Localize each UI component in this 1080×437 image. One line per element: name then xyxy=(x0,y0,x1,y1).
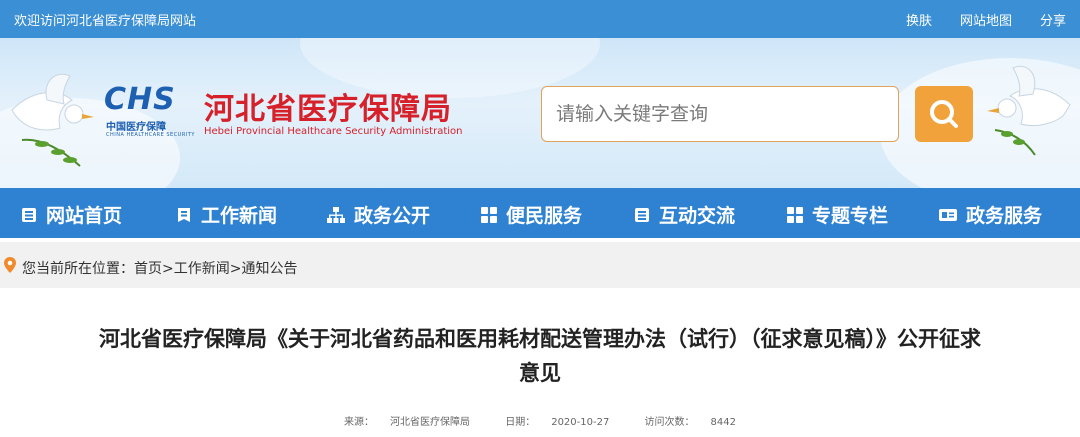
chs-logo-subtitle-en: CHINA HEALTHCARE SECURITY xyxy=(106,132,195,138)
breadcrumb-prefix: 您当前所在位置： xyxy=(22,261,134,277)
nav-item-label: 便民服务 xyxy=(506,205,583,227)
nav-item-special-topics[interactable]: 专题专栏 xyxy=(786,201,888,228)
article-title: 河北省医疗保障局《关于河北省药品和医用耗材配送管理办法（试行）（征求意见稿）》公… xyxy=(30,322,1050,390)
search-button[interactable] xyxy=(915,86,973,142)
views-label: 访问次数： xyxy=(644,417,695,428)
nav-item-label: 互动交流 xyxy=(659,205,736,227)
nav-item-work-news[interactable]: 工作新闻 xyxy=(175,201,277,228)
article-title-line1: 河北省医疗保障局《关于河北省药品和医用耗材配送管理办法（试行）（征求意见稿）》公… xyxy=(99,327,981,351)
source-label: 来源： xyxy=(344,417,375,428)
breadcrumb-home[interactable]: 首页 xyxy=(134,261,162,277)
share-link[interactable]: 分享 xyxy=(1040,10,1066,29)
breadcrumb-notices[interactable]: 通知公告 xyxy=(241,261,297,277)
nav-item-label: 政务公开 xyxy=(354,205,431,227)
article-meta: 来源： 河北省医疗保障局 日期： 2020-10-27 访问次数： 8442 xyxy=(0,413,1080,428)
dove-left-icon xyxy=(11,73,94,167)
dove-right-icon xyxy=(987,65,1071,156)
views-value: 8442 xyxy=(710,417,736,428)
views-info: 访问次数： 8442 xyxy=(637,417,744,428)
breadcrumb-separator: > xyxy=(162,261,174,277)
chs-logo-mark: CHS xyxy=(104,82,176,117)
date-info: 日期： 2020-10-27 xyxy=(497,417,617,428)
main-nav: 网站首页 工作新闻 政务公开 便民服务 互动交流 专题专栏 政务服务 xyxy=(0,188,1080,238)
nav-item-label: 工作新闻 xyxy=(201,205,278,227)
top-links: 换肤 网站地图 分享 xyxy=(906,10,1066,29)
source-value: 河北省医疗保障局 xyxy=(390,417,471,428)
nav-item-gov-affairs-open[interactable]: 政务公开 xyxy=(326,201,430,228)
nav-item-label: 网站首页 xyxy=(46,205,123,227)
search-icon xyxy=(930,100,958,128)
welcome-text: 欢迎访问河北省医疗保障局网站 xyxy=(14,14,197,29)
breadcrumb: 您当前所在位置：首页>工作新闻>通知公告 xyxy=(0,242,1080,288)
top-bar: 欢迎访问河北省医疗保障局网站 换肤 网站地图 分享 xyxy=(0,0,1080,38)
date-value: 2020-10-27 xyxy=(551,417,610,428)
nav-item-interaction[interactable]: 互动交流 xyxy=(633,201,735,228)
grid-icon xyxy=(481,206,497,223)
site-name: 河北省医疗保障局 xyxy=(204,92,452,127)
nav-item-label: 专题专栏 xyxy=(812,205,889,227)
source-info: 来源： 河北省医疗保障局 xyxy=(336,417,478,428)
search-input[interactable] xyxy=(542,87,898,141)
search-box xyxy=(541,86,899,142)
location-pin-icon xyxy=(4,257,16,273)
nav-item-gov-service[interactable]: 政务服务 xyxy=(938,201,1042,228)
document-list-icon xyxy=(635,207,649,222)
date-label: 日期： xyxy=(505,417,536,428)
bookmark-doc-icon xyxy=(178,207,190,222)
nav-item-home[interactable]: 网站首页 xyxy=(20,201,122,228)
document-list-icon xyxy=(22,207,36,222)
nav-item-public-service[interactable]: 便民服务 xyxy=(480,201,582,228)
id-card-icon xyxy=(939,208,957,221)
breadcrumb-trail: 您当前所在位置：首页>工作新闻>通知公告 xyxy=(22,258,297,278)
skin-switch-link[interactable]: 换肤 xyxy=(906,10,932,29)
breadcrumb-work-news[interactable]: 工作新闻 xyxy=(174,261,230,277)
article-title-line2: 意见 xyxy=(519,361,561,385)
sitemap-link[interactable]: 网站地图 xyxy=(960,10,1012,29)
grid-icon xyxy=(787,206,803,223)
breadcrumb-separator: > xyxy=(229,261,242,277)
chs-logo-subtitle: 中国医疗保障 xyxy=(106,122,166,133)
site-logo[interactable]: CHS 中国医疗保障 CHINA HEALTHCARE SECURITY 河北省… xyxy=(104,82,464,146)
sitemap-icon xyxy=(327,206,345,223)
site-name-en: Hebei Provincial Healthcare Security Adm… xyxy=(204,126,463,137)
nav-item-label: 政务服务 xyxy=(966,205,1043,227)
